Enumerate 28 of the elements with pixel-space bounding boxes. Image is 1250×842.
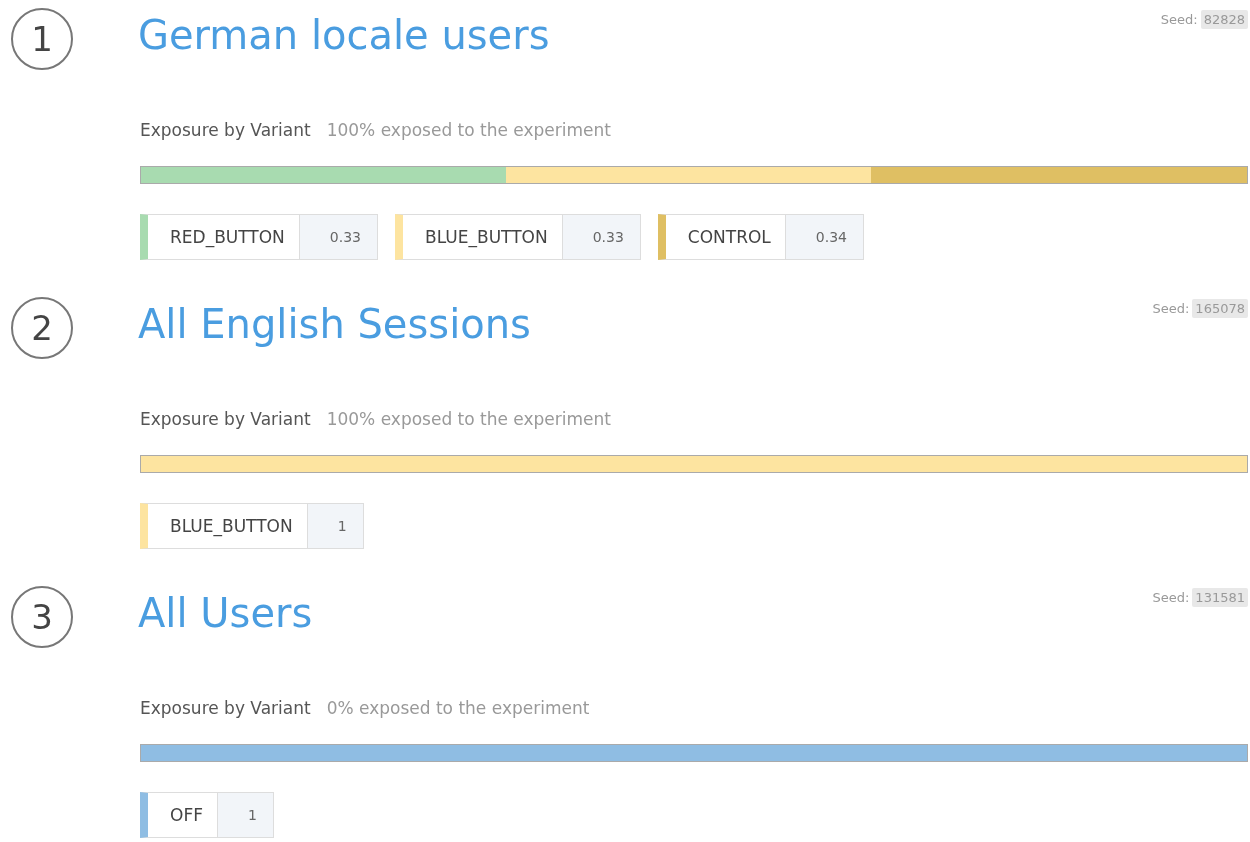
- exposure-label: Exposure by Variant: [140, 409, 311, 429]
- step-number: 3: [11, 586, 73, 648]
- seed-value: 165078: [1192, 299, 1248, 318]
- variant-name: CONTROL: [665, 215, 786, 259]
- segment-title: All English Sessions: [138, 301, 532, 347]
- seed-label: Seed:: [1152, 301, 1190, 316]
- step-number: 1: [11, 8, 73, 70]
- exposure-text: 100% exposed to the experiment: [326, 120, 611, 140]
- exposure-label: Exposure by Variant: [140, 120, 311, 140]
- seed-value: 131581: [1192, 588, 1248, 607]
- variant-name: OFF: [148, 793, 218, 837]
- segment-title: German locale users: [138, 12, 551, 58]
- exposure-text: 0% exposed to the experiment: [326, 698, 590, 718]
- variant-share: 0.33: [562, 215, 640, 259]
- exposure-label: Exposure by Variant: [140, 698, 311, 718]
- variant-share: 1: [307, 504, 363, 548]
- variant-name: BLUE_BUTTON: [403, 215, 563, 259]
- seed-label: Seed:: [1160, 12, 1198, 27]
- variant-share: 0.34: [785, 215, 864, 259]
- step-number: 2: [11, 297, 73, 359]
- variant-name: BLUE_BUTTON: [148, 504, 308, 548]
- seed-label: Seed:: [1152, 590, 1190, 605]
- segment-title: All Users: [138, 590, 314, 636]
- variant-share: 0.33: [299, 215, 377, 259]
- variant-name: RED_BUTTON: [148, 215, 300, 259]
- variant-share: 1: [217, 793, 273, 837]
- seed-value: 82828: [1200, 10, 1248, 29]
- exposure-text: 100% exposed to the experiment: [326, 409, 611, 429]
